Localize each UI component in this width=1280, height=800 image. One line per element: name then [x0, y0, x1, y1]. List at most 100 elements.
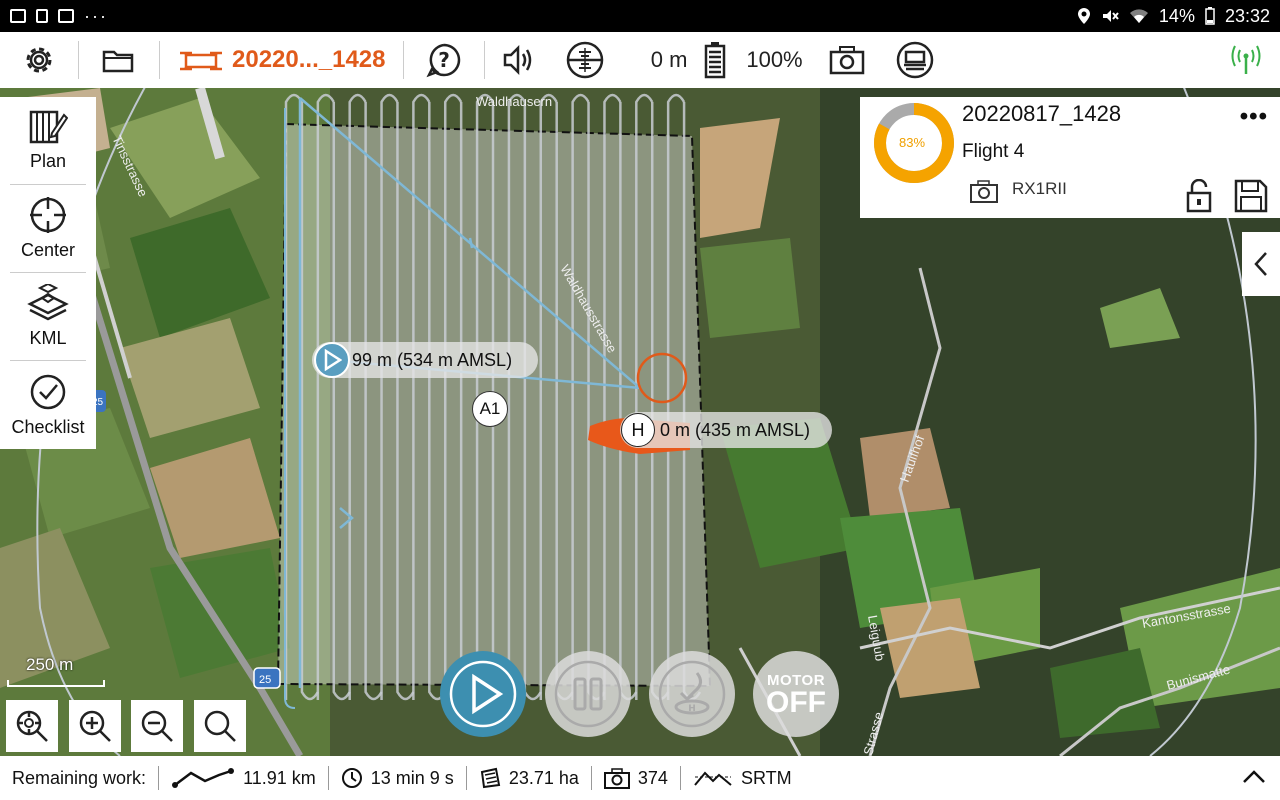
drone-battery-readout: 100% [746, 47, 803, 72]
clock: 23:32 [1224, 5, 1270, 26]
svg-text:?: ? [439, 48, 451, 72]
more-notifications: ··· [84, 5, 108, 26]
main-toolbar: 20220..._1428 ? 0 m 100% [0, 32, 1280, 88]
save-icon[interactable] [1234, 179, 1268, 213]
start-mission-button[interactable] [440, 651, 526, 737]
progress-ring [874, 103, 954, 183]
speaker-icon [504, 44, 532, 76]
svg-text:H: H [688, 704, 696, 714]
camera-icon [830, 46, 865, 75]
pause-icon [554, 660, 622, 728]
distance-value: 11.91 km [243, 767, 316, 788]
gallery-icon [10, 9, 26, 23]
unlock-icon[interactable] [1186, 179, 1212, 213]
artificial-horizon-icon [567, 41, 604, 79]
zoom-in-button[interactable] [69, 700, 121, 752]
wifi-icon [1129, 9, 1148, 23]
photos-value: 374 [637, 767, 668, 788]
checkmark-icon [30, 374, 66, 409]
area-icon [480, 767, 500, 789]
mission-info-panel: 83% 20220817_1428 Flight 4 RX1RII ••• [860, 97, 1280, 218]
play-icon [449, 660, 517, 728]
attitude-indicator-button[interactable] [551, 32, 619, 88]
remaining-work-bar: Remaining work: 11.91 km 13 min 9 s 23.7… [0, 756, 1280, 800]
gear-icon [26, 47, 52, 73]
zoom-out-button[interactable] [131, 700, 183, 752]
sound-button[interactable] [485, 32, 551, 88]
camera-button[interactable] [817, 32, 877, 88]
drone-battery-icon-wrap [699, 32, 731, 88]
payload-icon [897, 41, 934, 79]
start-altitude-text: 99 m (534 m AMSL) [352, 349, 513, 370]
area-marker-a1[interactable]: A1 [472, 391, 508, 427]
place-label: Waldhausern [476, 94, 552, 109]
remaining-time: 13 min 9 s [341, 767, 454, 789]
zoom-target-icon [16, 710, 48, 742]
help-icon: ? [426, 43, 461, 78]
return-home-button[interactable]: H [649, 651, 735, 737]
plan-button[interactable]: Plan [10, 97, 86, 185]
clock-icon [341, 768, 362, 788]
route-icon [172, 768, 235, 788]
telemetry-link-status[interactable] [1226, 32, 1280, 88]
divider [158, 766, 160, 790]
left-tool-panel: Plan Center KML Checklist [0, 97, 96, 449]
plan-icon [29, 110, 68, 144]
mission-selector[interactable]: 20220..._1428 [160, 45, 403, 75]
camera-model: RX1RII [1012, 179, 1067, 198]
kml-button[interactable]: KML [10, 273, 86, 361]
play-icon [324, 349, 342, 371]
settings-button[interactable] [0, 32, 78, 88]
radio-signal-icon [1231, 45, 1261, 74]
chevron-up-icon [1243, 769, 1265, 783]
panel-toggle-button[interactable] [1242, 232, 1280, 296]
home-marker[interactable]: H [621, 413, 655, 447]
area-value: 23.71 ha [508, 767, 579, 788]
start-waypoint-marker[interactable] [314, 342, 350, 378]
time-value: 13 min 9 s [370, 767, 454, 788]
flight-number: Flight 4 [962, 141, 1025, 162]
kml-label: KML [29, 328, 67, 348]
battery-icon [1205, 7, 1215, 25]
remaining-area: 23.71 ha [479, 767, 579, 789]
drone-icon [180, 51, 222, 71]
motor-off-button[interactable]: MOTOR OFF [753, 651, 839, 737]
checklist-label: Checklist [11, 416, 85, 437]
zoom-to-fit-button[interactable] [6, 700, 58, 752]
divider [590, 766, 592, 790]
chevron-left-icon [1254, 252, 1267, 276]
battery-percent: 14% [1158, 5, 1195, 26]
scale-label: 250 m [26, 655, 74, 674]
sim-icon [36, 9, 48, 23]
center-button[interactable]: Center [10, 185, 86, 273]
plan-label: Plan [29, 151, 67, 171]
help-button[interactable]: ? [404, 32, 484, 88]
progress-percent: 83% [898, 135, 926, 150]
layers-icon [27, 284, 69, 321]
camera-icon [603, 768, 630, 789]
more-options-button[interactable]: ••• [1240, 103, 1268, 131]
payload-button[interactable] [877, 32, 953, 88]
remaining-label: Remaining work: [12, 767, 147, 788]
mute-icon [1102, 10, 1119, 22]
altitude-readout: 0 m [650, 47, 688, 72]
elevation-source: SRTM [740, 767, 792, 788]
home-altitude-text: 0 m (435 m AMSL) [660, 419, 811, 440]
motor-state: OFF [766, 685, 826, 719]
terrain-icon [694, 771, 732, 786]
divider [465, 766, 467, 790]
search-button[interactable] [194, 700, 246, 752]
checklist-button[interactable]: Checklist [10, 361, 86, 449]
pause-mission-button[interactable] [545, 651, 631, 737]
zoom-out-icon [141, 710, 173, 742]
center-label: Center [20, 240, 76, 260]
remaining-photos: 374 [603, 767, 668, 789]
zoom-in-icon [79, 710, 111, 742]
divider [327, 766, 329, 790]
expand-bottom-bar-button[interactable] [1242, 768, 1280, 789]
divider [679, 766, 681, 790]
land-home-icon: H [658, 660, 726, 728]
folder-icon [102, 50, 134, 73]
open-folder-button[interactable] [79, 32, 159, 88]
crosshair-icon [30, 197, 66, 233]
